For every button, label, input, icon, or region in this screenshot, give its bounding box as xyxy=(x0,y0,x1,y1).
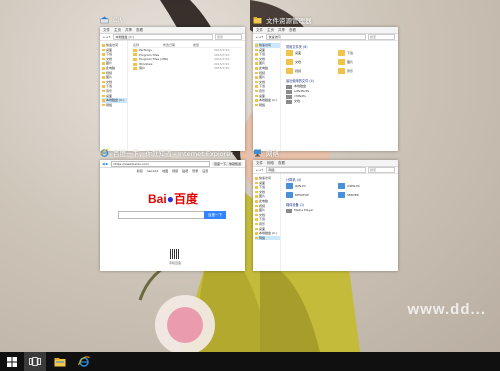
task-view-button[interactable] xyxy=(24,352,46,371)
search-field[interactable]: 搜索 xyxy=(215,34,242,40)
window-tile-header: 百度一下，你就知道 - Internet Explorer xyxy=(100,147,233,159)
qr-code-icon xyxy=(170,249,180,259)
folder-icon xyxy=(338,68,345,74)
nav-link[interactable]: 地图 xyxy=(162,169,168,173)
taskbar xyxy=(0,352,500,371)
drive-icon xyxy=(100,16,109,24)
section-heading: 媒体设备 (1) xyxy=(286,203,305,207)
nav-link[interactable]: 新闻 xyxy=(137,169,143,173)
window-title: 百度一下，你就知道 - Internet Explorer xyxy=(113,150,233,158)
paw-icon: ● xyxy=(166,192,174,206)
folder-grid: 桌面 下载 文档 图片 视频 音乐 xyxy=(286,50,395,74)
start-button[interactable] xyxy=(2,352,22,371)
taskbar-file-explorer[interactable] xyxy=(50,352,70,371)
address-bar: ←→↑ 本地磁盘 (C:) 搜索 xyxy=(100,34,245,41)
address-field[interactable]: 快速访问 xyxy=(265,34,366,40)
window-thumbnail[interactable]: 文件 网络 查看 ←→↑ 网络 搜索 快速访问 桌面 下载 文档 图片 此电脑 视频… xyxy=(253,160,398,271)
file-list: 名称 修改日期 类型 PerfLogs 2015/7/10 Program Files… xyxy=(130,41,245,151)
window-tile-header: 文件资源管理器 xyxy=(253,14,312,26)
folder-icon xyxy=(286,68,293,74)
quick-access-content: 常用文件夹 (6) 桌面 下载 文档 图片 视频 音乐 最近使用的文件 (4) … xyxy=(283,41,398,151)
ie-icon xyxy=(78,356,90,367)
recent-file-row[interactable]: 文档 xyxy=(286,99,395,104)
windows-logo-icon xyxy=(7,356,17,367)
computer-item[interactable]: USER-PC xyxy=(338,183,384,189)
folder-icon xyxy=(338,59,345,65)
navigation-pane: 快速访问 桌面 下载 文档 图片 此电脑 视频 图片 文档 下载 音乐 桌面 本… xyxy=(100,41,128,151)
file-row[interactable]: 用户 2015/7/10 xyxy=(133,66,242,71)
address-field[interactable]: 本地磁盘 (C:) xyxy=(112,34,213,40)
navigation-pane: 快速访问 桌面 下载 文档 图片 此电脑 视频 图片 文档 下载 音乐 桌面 本… xyxy=(253,174,281,271)
computer-icon xyxy=(286,192,293,198)
computer-icon xyxy=(338,192,345,198)
ribbon: 文件 主页 共享 查看 xyxy=(100,27,245,34)
search-button[interactable]: 百度一下 xyxy=(204,211,226,219)
folder-icon xyxy=(54,357,66,366)
network-content: 计算机 (4) WIN-PC USER-PC DESKTOP SERVER 媒体… xyxy=(283,174,398,271)
navigation-pane: 快速访问 桌面 下载 文档 图片 此电脑 视频 图片 文档 下载 音乐 桌面 本… xyxy=(253,41,281,151)
folder-tile[interactable]: 视频 xyxy=(286,68,332,74)
section-heading: 最近使用的文件 (4) xyxy=(286,79,314,83)
folder-tile[interactable]: 下载 xyxy=(338,50,384,56)
ie-icon xyxy=(100,149,109,157)
search-field[interactable]: 搜索 xyxy=(368,34,395,40)
folder-tile[interactable]: 音乐 xyxy=(338,68,384,74)
folder-icon xyxy=(338,50,345,56)
task-view-icon xyxy=(29,357,41,366)
nav-link[interactable]: 登录 xyxy=(192,169,198,173)
computer-icon xyxy=(286,183,293,189)
window-title: 网络 xyxy=(266,150,279,158)
nav-link[interactable]: hao123 xyxy=(147,169,158,173)
ribbon: 文件 主页 共享 查看 xyxy=(253,27,398,34)
watermark-text: www.dd... xyxy=(407,301,486,318)
window-thumbnail[interactable]: ◀ ▶ https://www.baidu.com/ 百度一下，你就知道 新闻 … xyxy=(100,160,245,271)
wallpaper-art xyxy=(138,0,360,352)
computer-item[interactable]: DESKTOP xyxy=(286,192,332,198)
media-device-icon xyxy=(286,208,292,213)
address-bar: ←→↑ 网络 搜索 xyxy=(253,167,398,174)
computer-grid: WIN-PC USER-PC DESKTOP SERVER xyxy=(286,183,395,198)
folder-icon xyxy=(253,17,262,24)
window-thumbnail[interactable]: 文件 主页 共享 查看 ←→↑ 快速访问 搜索 快速访问 桌面 下载 文档 图片 此电… xyxy=(253,27,398,151)
nav-link[interactable]: 设置 xyxy=(202,169,208,173)
folder-tile[interactable]: 图片 xyxy=(338,59,384,65)
folder-tile[interactable]: 桌面 xyxy=(286,50,332,56)
ie-address-bar: ◀ ▶ https://www.baidu.com/ 百度一下，你就知道 xyxy=(100,160,245,168)
qr-caption: 手机百度 xyxy=(168,261,181,265)
computer-icon xyxy=(338,183,345,189)
computer-item[interactable]: WIN-PC xyxy=(286,183,332,189)
section-heading: 计算机 (4) xyxy=(286,178,302,182)
nav-item[interactable]: 网络 xyxy=(102,103,127,108)
search-field[interactable]: 搜索 xyxy=(368,167,395,173)
nav-link[interactable]: 贴吧 xyxy=(182,169,188,173)
folder-icon xyxy=(286,59,293,65)
ribbon: 文件 网络 查看 xyxy=(253,160,398,167)
url-field[interactable]: https://www.baidu.com/ xyxy=(110,160,210,167)
desktop-wallpaper: www.dd... xyxy=(0,0,500,352)
computer-item[interactable]: SERVER xyxy=(338,192,384,198)
media-device-row[interactable]: Media Player xyxy=(286,208,395,213)
browser-tab[interactable]: 百度一下，你就知道 xyxy=(211,161,243,166)
window-tile-header: 网络 xyxy=(253,147,279,159)
address-bar: ←→↑ 快速访问 搜索 xyxy=(253,34,398,41)
baidu-logo: Bai●百度 xyxy=(148,192,198,206)
folder-tile[interactable]: 文档 xyxy=(286,59,332,65)
baidu-top-nav: 新闻 hao123 地图 视频 贴吧 登录 设置 xyxy=(100,168,245,174)
window-title: 文件资源管理器 xyxy=(266,17,312,25)
nav-item[interactable]: 网络 xyxy=(255,235,280,241)
nav-link[interactable]: 视频 xyxy=(172,169,178,173)
window-title: C:\ xyxy=(113,16,122,24)
window-thumbnail[interactable]: 文件 主页 共享 查看 ←→↑ 本地磁盘 (C:) 搜索 快速访问 桌面 下载 文档 … xyxy=(100,27,245,151)
taskbar-internet-explorer[interactable] xyxy=(74,352,94,371)
address-field[interactable]: 网络 xyxy=(265,167,366,173)
section-heading: 常用文件夹 (6) xyxy=(286,45,308,49)
search-input[interactable] xyxy=(118,211,206,219)
nav-item[interactable]: 网络 xyxy=(255,103,280,108)
network-icon xyxy=(254,149,261,157)
folder-icon xyxy=(286,50,293,56)
window-tile-header: C:\ xyxy=(100,14,122,26)
